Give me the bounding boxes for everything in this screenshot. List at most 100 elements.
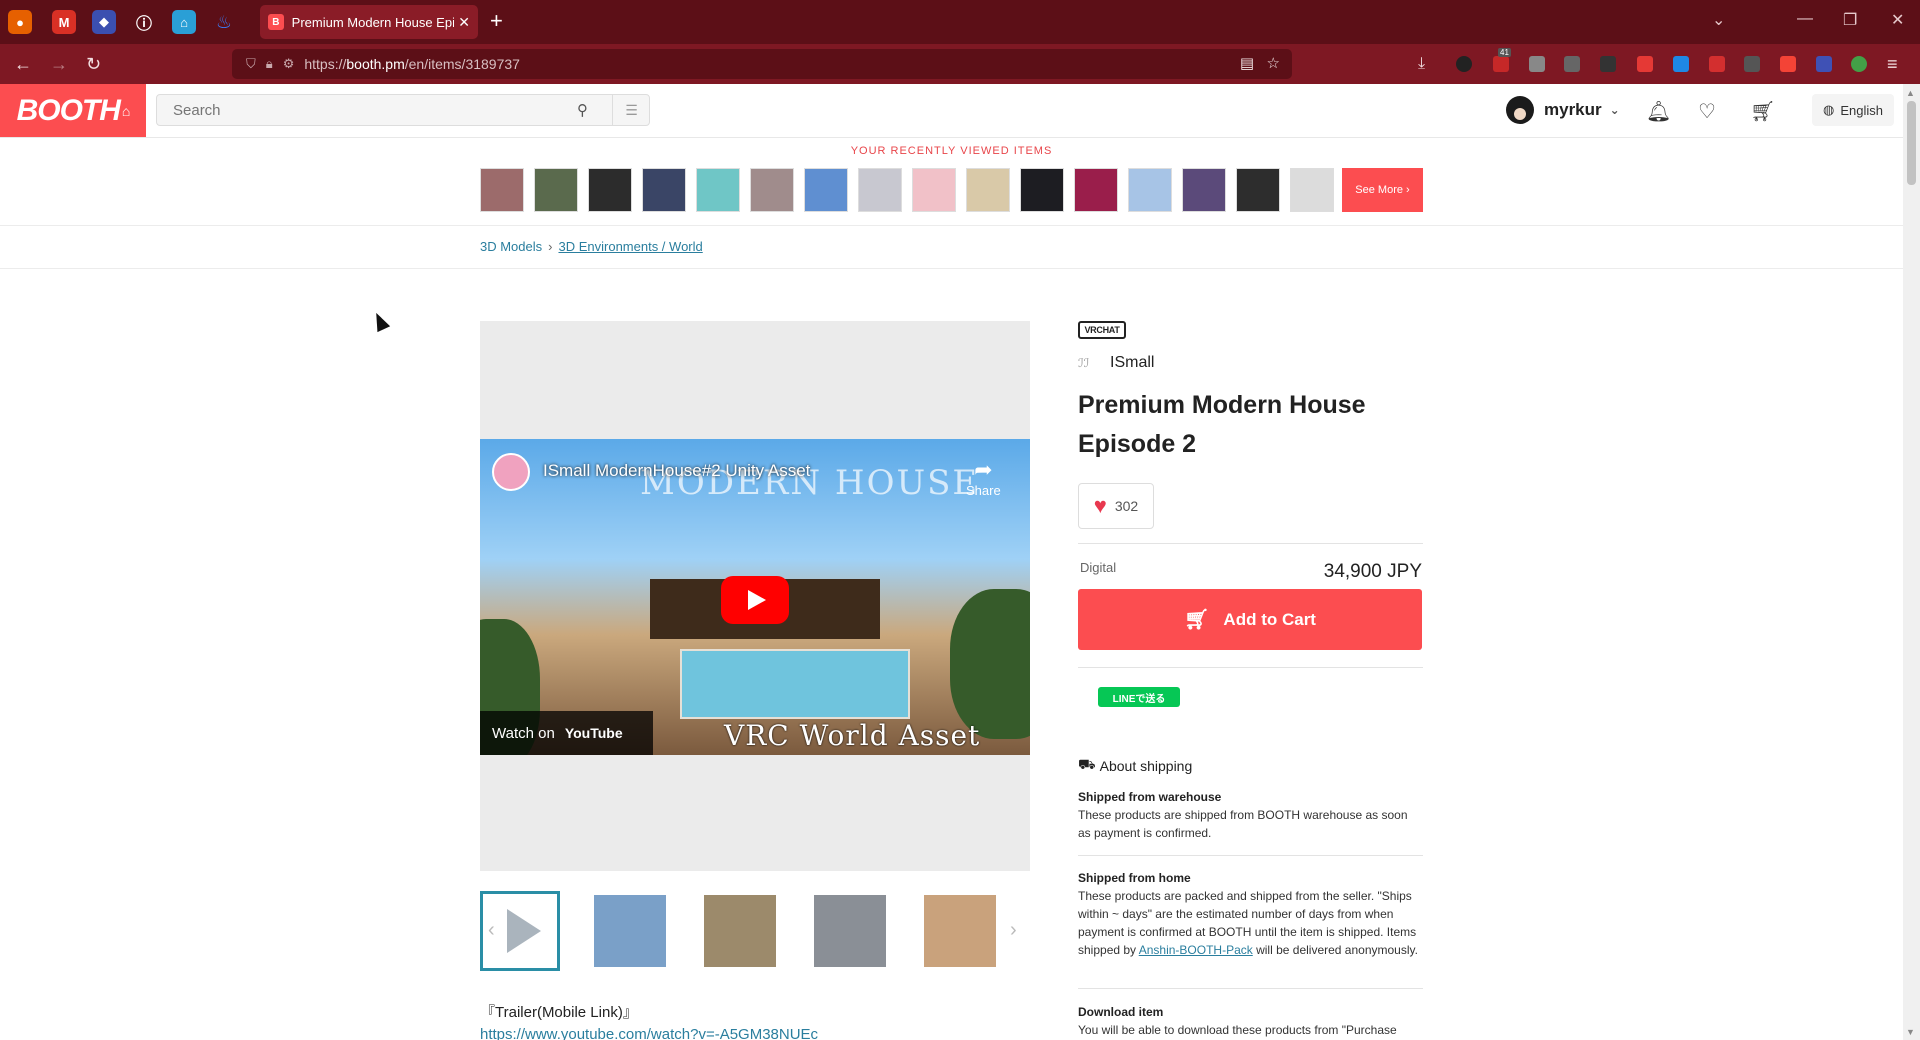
extension-green-icon[interactable] xyxy=(1851,56,1867,72)
new-tab-plus-icon[interactable]: + xyxy=(490,9,503,33)
scrollbar-thumb[interactable] xyxy=(1907,101,1916,185)
heart-icon[interactable]: ♡ xyxy=(1698,99,1716,124)
bell-icon[interactable]: 🔔︎ xyxy=(1646,99,1671,124)
recent-item-thumb[interactable] xyxy=(804,168,848,212)
viewport: ● M ◆ ⓘ ⌂ ♨ B Premium Modern House Episo… xyxy=(0,0,1920,1040)
extension-1-icon[interactable] xyxy=(1456,56,1472,72)
minimize-icon[interactable]: — xyxy=(1797,10,1813,28)
channel-avatar[interactable] xyxy=(492,453,530,491)
gallery-thumb[interactable] xyxy=(810,891,890,971)
shipping-home: Shipped from home These products are pac… xyxy=(1078,869,1423,959)
extension-2-icon[interactable] xyxy=(1493,56,1509,72)
extension-arrow-icon[interactable] xyxy=(1816,56,1832,72)
recent-item-thumb[interactable] xyxy=(1290,168,1334,212)
add-to-cart-button[interactable]: 🛒︎ Add to Cart xyxy=(1078,589,1422,650)
extension-glasses-icon[interactable] xyxy=(1600,56,1616,72)
youtube-embed[interactable]: MODERN HOUSE ISmall ModernHouse#2 Unity … xyxy=(480,439,1030,755)
gallery-thumb-video[interactable] xyxy=(480,891,560,971)
scroll-up-arrow-icon[interactable]: ▲ xyxy=(1906,88,1915,98)
restore-icon[interactable]: ❐ xyxy=(1843,10,1857,30)
recent-item-thumb[interactable] xyxy=(588,168,632,212)
cart-icon[interactable]: 🛒︎ xyxy=(1750,99,1775,124)
gallery-thumb[interactable] xyxy=(590,891,670,971)
like-count: 302 xyxy=(1114,498,1139,514)
breadcrumb-3d-environments[interactable]: 3D Environments / World xyxy=(558,239,702,254)
tab-active[interactable]: B Premium Modern House Episode 2 ✕ xyxy=(260,5,478,39)
home-pinned-tab-icon[interactable]: ⌂ xyxy=(172,10,196,34)
tab-close-icon[interactable]: ✕ xyxy=(458,14,470,31)
mail-pinned-tab-icon[interactable]: M xyxy=(52,10,76,34)
see-more-button[interactable]: See More › xyxy=(1342,168,1423,212)
reload-icon[interactable]: ↻ xyxy=(86,53,101,75)
booth-logo[interactable]: BOOTH ⌂ xyxy=(0,84,146,137)
watch-on-youtube-button[interactable]: Watch on YouTube xyxy=(480,711,653,755)
mail-extension-icon[interactable] xyxy=(1529,56,1545,72)
breadcrumb-3d-models[interactable]: 3D Models xyxy=(480,239,542,254)
truck-icon: ⛟ xyxy=(1078,756,1096,772)
extension-play-icon[interactable] xyxy=(1780,56,1796,72)
recent-item-thumb[interactable] xyxy=(966,168,1010,212)
permissions-icon[interactable]: ⚙ xyxy=(283,56,295,72)
extension-z-icon[interactable] xyxy=(1744,56,1760,72)
translate-extension-icon[interactable] xyxy=(1673,56,1689,72)
extension-t-icon[interactable] xyxy=(1709,56,1725,72)
language-button[interactable]: ◍ English xyxy=(1812,94,1894,126)
firefox-icon[interactable]: ● xyxy=(8,10,32,34)
share-label: Share xyxy=(966,483,1001,498)
warehouse-text: These products are shipped from BOOTH wa… xyxy=(1078,808,1408,840)
forward-arrow-icon[interactable]: → xyxy=(50,53,68,75)
recent-item-thumb[interactable] xyxy=(534,168,578,212)
user-menu[interactable]: myrkur ⌄ xyxy=(1506,96,1620,124)
recent-item-thumb[interactable] xyxy=(1020,168,1064,212)
like-button[interactable]: ♥ 302 xyxy=(1078,483,1154,529)
recent-item-thumb[interactable] xyxy=(912,168,956,212)
tab-list-chevron-icon[interactable]: ⌄ xyxy=(1712,10,1725,30)
window-close-icon[interactable]: ✕ xyxy=(1891,10,1904,30)
flame-pinned-tab-icon[interactable]: ♨ xyxy=(212,10,236,34)
gallery-thumb[interactable] xyxy=(700,891,780,971)
shield-icon[interactable]: ⛉ xyxy=(246,56,256,72)
search-icon[interactable]: ⚲ xyxy=(577,101,588,119)
downloads-icon[interactable]: ⤓ xyxy=(1418,53,1425,75)
video-title[interactable]: ISmall ModernHouse#2 Unity Asset xyxy=(543,461,810,481)
shop-name: ISmall xyxy=(1110,354,1155,371)
reader-view-icon[interactable]: ▤ xyxy=(1240,54,1254,72)
info-pinned-tab-icon[interactable]: ⓘ xyxy=(132,10,156,34)
lock-icon[interactable]: 🔒︎ xyxy=(266,56,273,72)
vault-pinned-tab-icon[interactable]: ◆ xyxy=(92,10,116,34)
breadcrumb-chevron-icon: › xyxy=(548,239,553,254)
recent-item-thumb[interactable] xyxy=(1074,168,1118,212)
recent-item-thumb[interactable] xyxy=(858,168,902,212)
recent-item-thumb[interactable] xyxy=(1182,168,1226,212)
scroll-down-arrow-icon[interactable]: ▼ xyxy=(1906,1027,1915,1037)
gallery-next-icon[interactable]: › xyxy=(1010,919,1017,942)
gallery-thumb-image xyxy=(594,895,666,967)
line-share-button[interactable]: LINEで送る xyxy=(1098,687,1180,707)
recent-item-thumb[interactable] xyxy=(1236,168,1280,212)
gallery-thumb[interactable] xyxy=(920,891,1000,971)
cart-icon: 🛒︎ xyxy=(1184,609,1210,631)
video-share[interactable]: ➦ Share xyxy=(966,457,1001,498)
search-input[interactable] xyxy=(157,95,577,125)
play-button-icon[interactable] xyxy=(721,576,789,624)
extension-s-icon[interactable] xyxy=(1564,56,1580,72)
shipping-heading-text: About shipping xyxy=(1099,757,1193,774)
recent-item-thumb[interactable] xyxy=(1128,168,1172,212)
back-arrow-icon[interactable]: ← xyxy=(14,53,32,75)
trailer-link[interactable]: https://www.youtube.com/watch?v=-A5GM38N… xyxy=(480,1026,818,1040)
recent-item-thumb[interactable] xyxy=(696,168,740,212)
hamburger-menu-icon[interactable]: ≡ xyxy=(1887,53,1898,75)
anshin-booth-pack-link[interactable]: Anshin-BOOTH-Pack xyxy=(1139,943,1253,957)
recent-item-thumb[interactable] xyxy=(642,168,686,212)
search-filter-icon[interactable]: ☰ xyxy=(612,95,650,125)
tab-title: Premium Modern House Episode 2 xyxy=(291,14,455,30)
shop-link[interactable]: ℐℐ ISmall xyxy=(1078,354,1154,372)
vrchat-badge[interactable]: VRCHAT xyxy=(1078,321,1126,339)
recent-item-thumb[interactable] xyxy=(480,168,524,212)
bookmark-star-icon[interactable]: ☆ xyxy=(1267,54,1280,72)
page-scrollbar[interactable] xyxy=(1903,84,1920,1040)
youtube-logo: YouTube xyxy=(564,725,623,741)
youtube-extension-icon[interactable] xyxy=(1637,56,1653,72)
recent-item-thumb[interactable] xyxy=(750,168,794,212)
address-bar[interactable]: ⛉ 🔒︎ ⚙ https://booth.pm/en/items/3189737… xyxy=(232,49,1292,79)
